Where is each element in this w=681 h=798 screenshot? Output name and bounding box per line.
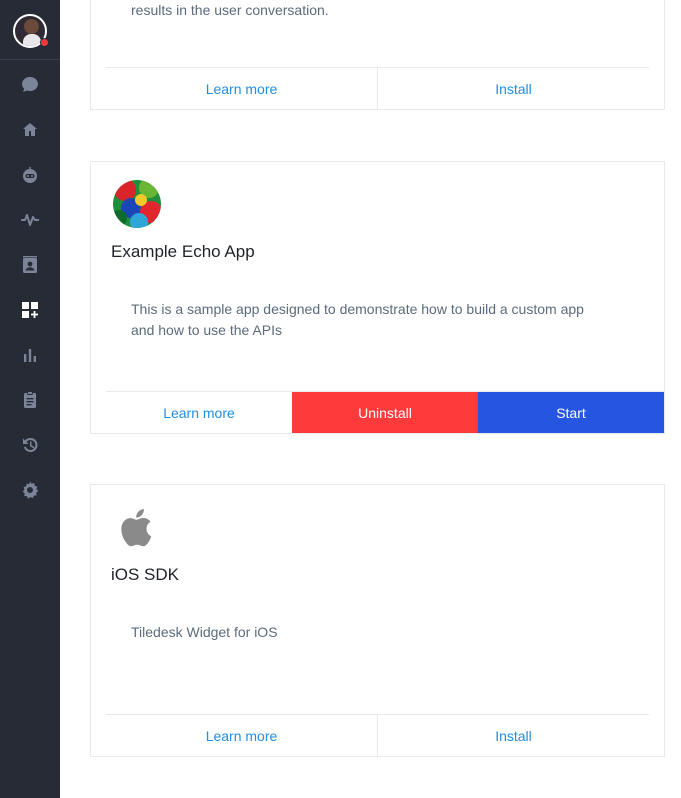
card-footer: Learn more Uninstall Start (106, 391, 664, 433)
nav-conversations[interactable] (18, 73, 42, 97)
install-button[interactable]: Install (377, 715, 649, 756)
user-profile[interactable] (0, 0, 60, 60)
app-title: Example Echo App (111, 242, 255, 261)
nav-settings[interactable] (18, 478, 42, 502)
home-icon (23, 123, 37, 136)
app-title: iOS SDK (111, 565, 180, 584)
settings-icon (22, 481, 39, 499)
nav-apps[interactable] (18, 298, 42, 322)
learn-more-button[interactable]: Learn more (106, 392, 292, 433)
app-card-echo: Example Echo App This is a sample app de… (90, 161, 665, 434)
nav-contacts[interactable] (18, 253, 42, 277)
app-description: results in the user conversation. (131, 2, 329, 18)
card-footer: Learn more Install (106, 67, 649, 109)
app-description: Tiledesk Widget for iOS (131, 624, 278, 640)
start-button[interactable]: Start (478, 392, 664, 433)
status-indicator (40, 38, 49, 47)
nav-analytics[interactable] (18, 343, 42, 367)
learn-more-button[interactable]: Learn more (106, 68, 377, 109)
nav-home[interactable] (18, 118, 42, 142)
install-button[interactable]: Install (377, 68, 649, 109)
chat-bubble-icon (22, 77, 38, 92)
card-footer: Learn more Install (106, 714, 649, 756)
app-description: This is a sample app designed to demonst… (131, 301, 584, 338)
learn-more-button[interactable]: Learn more (106, 715, 377, 756)
apple-icon (121, 509, 152, 547)
history-icon (23, 437, 38, 452)
app-card-previous: results in the user conversation. Learn … (90, 0, 665, 110)
activity-icon (21, 214, 39, 226)
echo-app-logo (113, 180, 161, 228)
bot-icon (23, 167, 37, 183)
contacts-icon (23, 256, 37, 273)
nav-history[interactable] (18, 433, 42, 457)
clipboard-icon (24, 391, 36, 408)
analytics-icon (24, 349, 36, 362)
nav-requests[interactable] (18, 388, 42, 412)
app-card-ios-sdk: iOS SDK Tiledesk Widget for iOS Learn mo… (90, 484, 665, 757)
nav-bots[interactable] (18, 163, 42, 187)
sidebar (0, 0, 60, 798)
uninstall-button[interactable]: Uninstall (292, 392, 478, 433)
apps-icon (22, 302, 38, 318)
nav-activities[interactable] (18, 208, 42, 232)
